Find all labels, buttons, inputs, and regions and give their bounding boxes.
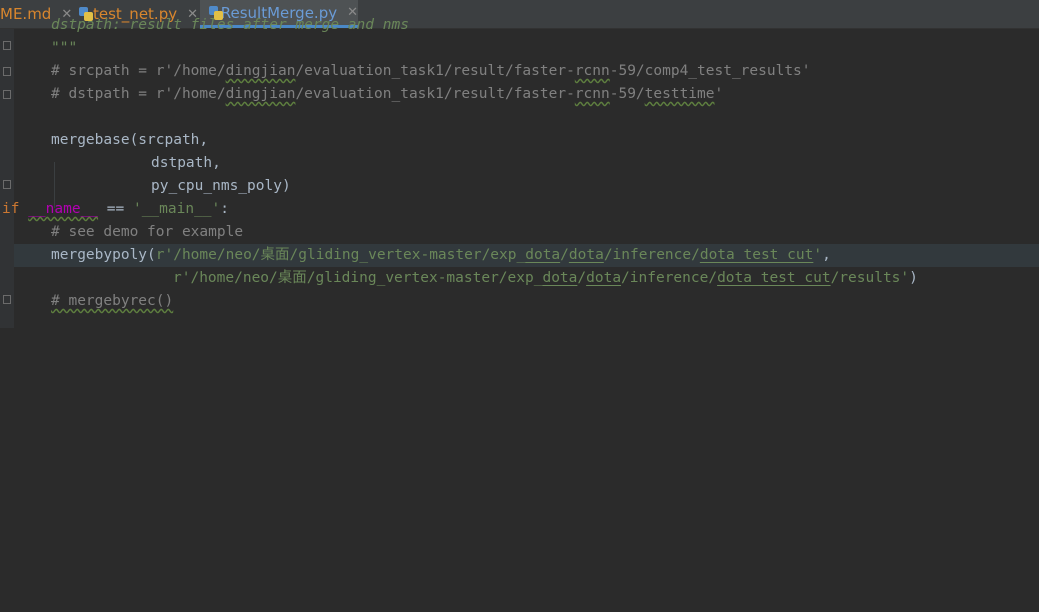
code-line: if __name__ == '__main__': bbox=[2, 201, 230, 217]
fold-icon[interactable] bbox=[3, 295, 11, 304]
current-line-highlight: mergebypoly(r'/home/neo/桌面/gliding_verte… bbox=[14, 244, 1039, 267]
code-line: dstpath, bbox=[151, 155, 221, 171]
code-line: # mergebyrec() bbox=[51, 293, 174, 309]
code-line: # dstpath = r'/home/dingjian/evaluation_… bbox=[51, 86, 724, 102]
fold-icon[interactable] bbox=[3, 41, 11, 50]
code-line: r'/home/neo/桌面/gliding_vertex-master/exp… bbox=[173, 270, 918, 286]
code-line: # srcpath = r'/home/dingjian/evaluation_… bbox=[51, 63, 811, 79]
fold-icon[interactable] bbox=[3, 180, 11, 189]
code-line: py_cpu_nms_poly) bbox=[151, 178, 291, 194]
editor-gutter bbox=[0, 29, 14, 328]
fold-icon[interactable] bbox=[3, 90, 11, 99]
fold-icon[interactable] bbox=[3, 67, 11, 76]
code-line: mergebase(srcpath, bbox=[51, 132, 209, 148]
code-line: # see demo for example bbox=[51, 224, 244, 240]
code-line: dstpath: result files after merge and nm… bbox=[51, 17, 409, 33]
code-editor[interactable]: dstpath: result files after merge and nm… bbox=[2, 14, 1039, 328]
code-line: """ bbox=[51, 40, 78, 56]
